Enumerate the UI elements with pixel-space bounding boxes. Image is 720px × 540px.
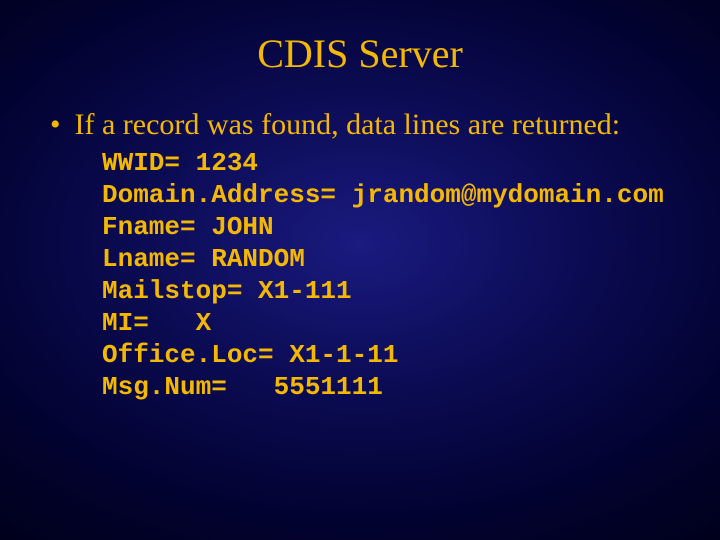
slide-title: CDIS Server (50, 30, 670, 77)
code-line: Mailstop= X1-111 (102, 275, 670, 307)
code-line: WWID= 1234 (102, 147, 670, 179)
code-line: Office.Loc= X1-1-11 (102, 339, 670, 371)
code-line: Domain.Address= jrandom@mydomain.com (102, 179, 670, 211)
bullet-icon: • (50, 107, 61, 143)
code-line: Msg.Num= 5551111 (102, 371, 670, 403)
bullet-item: • If a record was found, data lines are … (50, 107, 670, 143)
code-block: WWID= 1234Domain.Address= jrandom@mydoma… (102, 147, 670, 403)
bullet-text: If a record was found, data lines are re… (75, 107, 621, 143)
code-line: Lname= RANDOM (102, 243, 670, 275)
slide: CDIS Server • If a record was found, dat… (0, 0, 720, 540)
code-line: MI= X (102, 307, 670, 339)
code-line: Fname= JOHN (102, 211, 670, 243)
